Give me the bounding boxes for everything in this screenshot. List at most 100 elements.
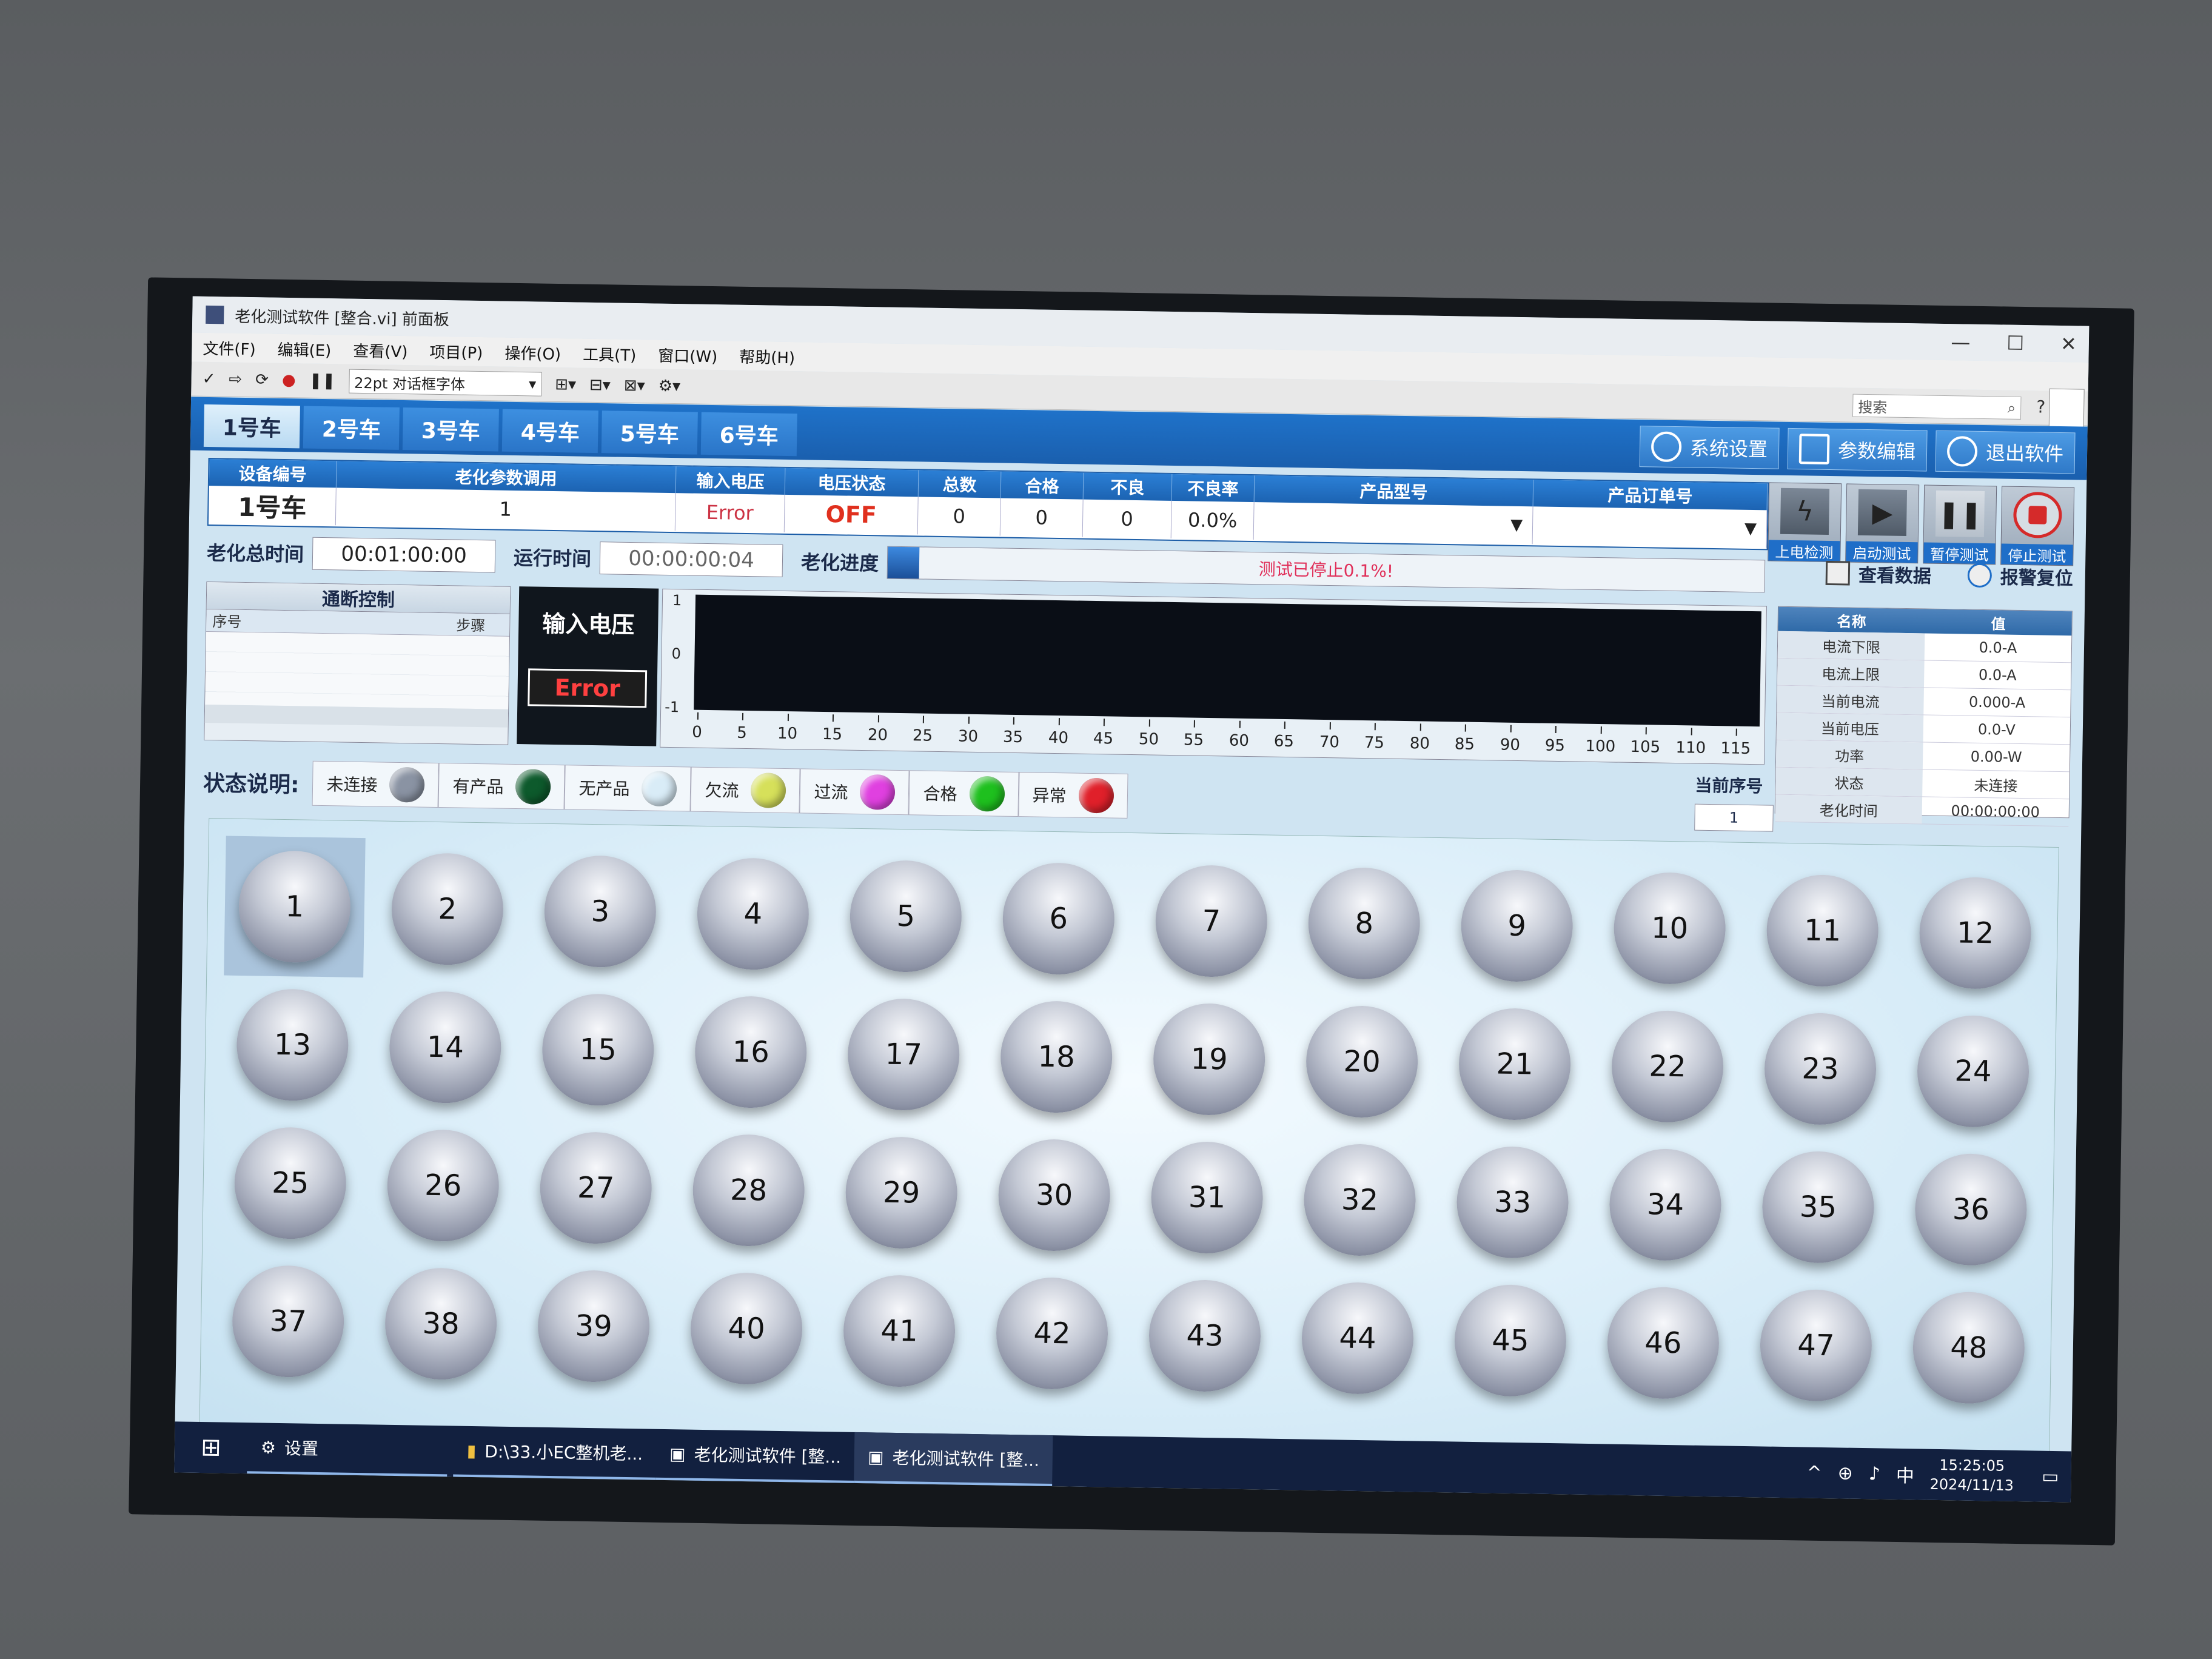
slot-cell[interactable]: 3 — [529, 840, 671, 982]
slot-cell[interactable]: 6 — [988, 848, 1130, 990]
slot-button[interactable]: 46 — [1606, 1286, 1720, 1400]
slot-button[interactable]: 15 — [541, 993, 655, 1107]
slot-button[interactable]: 7 — [1155, 864, 1269, 978]
slot-button[interactable]: 16 — [694, 995, 808, 1109]
slot-button[interactable]: 39 — [537, 1269, 651, 1383]
slot-button[interactable]: 28 — [692, 1133, 806, 1247]
exit-button[interactable]: 退出软件 — [1935, 430, 2076, 474]
help-icon[interactable]: ? — [2036, 397, 2045, 417]
network-icon[interactable]: ⊕ — [1837, 1463, 1853, 1484]
slot-cell[interactable]: 30 — [984, 1124, 1125, 1266]
slot-button[interactable]: 13 — [235, 988, 349, 1102]
slot-button[interactable]: 44 — [1301, 1281, 1415, 1395]
tab-car-6[interactable]: 6号车 — [700, 412, 797, 457]
slot-cell[interactable]: 36 — [1900, 1139, 2042, 1281]
slot-cell[interactable]: 26 — [372, 1114, 514, 1256]
slot-cell[interactable]: 5 — [835, 845, 977, 987]
slot-button[interactable]: 41 — [842, 1274, 956, 1388]
slot-cell[interactable]: 45 — [1439, 1270, 1581, 1412]
chevron-up-icon[interactable]: ^ — [1806, 1462, 1822, 1483]
slot-button[interactable]: 1 — [238, 850, 352, 964]
slot-button[interactable]: 25 — [233, 1126, 347, 1240]
slot-cell[interactable]: 15 — [528, 979, 669, 1121]
slot-cell[interactable]: 31 — [1136, 1127, 1278, 1269]
slot-cell[interactable]: 16 — [680, 981, 822, 1123]
taskbar-settings[interactable]: ⚙ 设置 — [247, 1423, 448, 1477]
slot-button[interactable]: 5 — [849, 859, 963, 973]
slot-button[interactable]: 30 — [997, 1138, 1111, 1252]
menu-file[interactable]: 文件(F) — [203, 336, 256, 359]
slot-button[interactable]: 14 — [388, 990, 502, 1104]
slot-cell[interactable]: 39 — [523, 1255, 665, 1397]
slot-cell[interactable]: 48 — [1898, 1277, 2040, 1419]
slot-button[interactable]: 24 — [1916, 1014, 2030, 1128]
onoff-list[interactable] — [205, 631, 509, 709]
slot-cell[interactable]: 29 — [831, 1122, 973, 1264]
tab-car-1[interactable]: 1号车 — [203, 404, 300, 449]
tab-car-2[interactable]: 2号车 — [303, 406, 400, 450]
start-test-button[interactable]: ▶ 启动测试 — [1845, 483, 1920, 564]
windows-start-icon[interactable]: ⊞ — [174, 1421, 247, 1473]
clock[interactable]: 15:25:05 2024/11/13 — [1929, 1455, 2014, 1495]
slot-cell[interactable]: 9 — [1446, 855, 1588, 997]
slot-cell[interactable]: 38 — [370, 1253, 512, 1395]
slot-button[interactable]: 18 — [999, 1000, 1113, 1114]
taskbar-explorer[interactable]: ▮ D:\33.小EC整机老... — [453, 1426, 657, 1480]
pause-icon[interactable]: ❚❚ — [309, 372, 335, 390]
slot-button[interactable]: 32 — [1303, 1143, 1417, 1257]
slot-cell[interactable]: 12 — [1905, 862, 2046, 1004]
slot-button[interactable]: 35 — [1761, 1150, 1875, 1264]
slot-cell[interactable]: 19 — [1138, 988, 1280, 1130]
menu-help[interactable]: 帮助(H) — [739, 344, 795, 367]
slot-cell[interactable]: 37 — [217, 1250, 359, 1392]
maximize-button[interactable]: ☐ — [2006, 332, 2024, 355]
slot-button[interactable]: 31 — [1150, 1141, 1264, 1255]
slot-cell[interactable]: 40 — [675, 1258, 817, 1399]
slot-cell[interactable]: 11 — [1752, 860, 1894, 1002]
slot-cell[interactable]: 43 — [1134, 1265, 1276, 1407]
view-data-button[interactable]: 查看数据 — [1825, 560, 1932, 588]
slot-cell[interactable]: 22 — [1597, 996, 1738, 1138]
close-button[interactable]: ✕ — [2060, 332, 2077, 355]
slot-button[interactable]: 9 — [1460, 869, 1574, 983]
slot-button[interactable]: 40 — [689, 1272, 803, 1386]
slot-cell[interactable]: 32 — [1289, 1129, 1431, 1271]
font-select[interactable]: 22pt 对话框字体 ▾ — [348, 369, 542, 397]
slot-cell[interactable]: 33 — [1442, 1131, 1584, 1273]
slot-cell[interactable]: 13 — [222, 974, 364, 1116]
slot-cell[interactable]: 34 — [1595, 1134, 1737, 1276]
slot-cell[interactable]: 41 — [828, 1260, 970, 1402]
reorder-icon[interactable]: ⚙▾ — [658, 377, 680, 396]
slot-cell[interactable]: 20 — [1291, 991, 1433, 1133]
slot-button[interactable]: 10 — [1613, 871, 1727, 985]
slot-button[interactable]: 19 — [1152, 1002, 1266, 1116]
tab-car-5[interactable]: 5号车 — [601, 411, 698, 455]
slot-button[interactable]: 42 — [995, 1276, 1109, 1390]
slot-cell[interactable]: 8 — [1293, 853, 1435, 994]
tab-car-3[interactable]: 3号车 — [402, 407, 499, 452]
slot-button[interactable]: 21 — [1458, 1007, 1572, 1121]
slot-cell[interactable]: 44 — [1287, 1267, 1429, 1409]
checkmark-icon[interactable]: ✓ — [202, 370, 215, 388]
tab-car-4[interactable]: 4号车 — [501, 409, 598, 454]
slot-button[interactable]: 43 — [1148, 1279, 1262, 1393]
slot-cell[interactable]: 14 — [375, 976, 517, 1118]
total-time-input[interactable]: 00:01:00:00 — [312, 537, 496, 573]
slot-cell[interactable]: 17 — [833, 984, 974, 1125]
slot-cell[interactable]: 1 — [224, 836, 366, 978]
slot-button[interactable]: 38 — [384, 1267, 498, 1381]
power-check-button[interactable]: ϟ 上电检测 — [1768, 482, 1842, 563]
slot-button[interactable]: 11 — [1766, 874, 1880, 988]
slot-cell[interactable]: 2 — [377, 838, 518, 980]
abort-icon[interactable]: ● — [282, 371, 296, 389]
run-continuous-icon[interactable]: ⟳ — [255, 370, 269, 389]
slot-button[interactable]: 3 — [543, 854, 657, 968]
slot-button[interactable]: 45 — [1453, 1284, 1567, 1398]
resize-icon[interactable]: ⊠▾ — [624, 377, 645, 395]
slot-button[interactable]: 23 — [1763, 1012, 1877, 1126]
slot-button[interactable]: 20 — [1305, 1005, 1419, 1119]
slot-button[interactable]: 37 — [231, 1264, 345, 1378]
taskbar-app-2[interactable]: ▣ 老化测试软件 [整... — [854, 1432, 1053, 1487]
slot-cell[interactable]: 18 — [985, 986, 1127, 1128]
slot-cell[interactable]: 7 — [1141, 850, 1282, 992]
